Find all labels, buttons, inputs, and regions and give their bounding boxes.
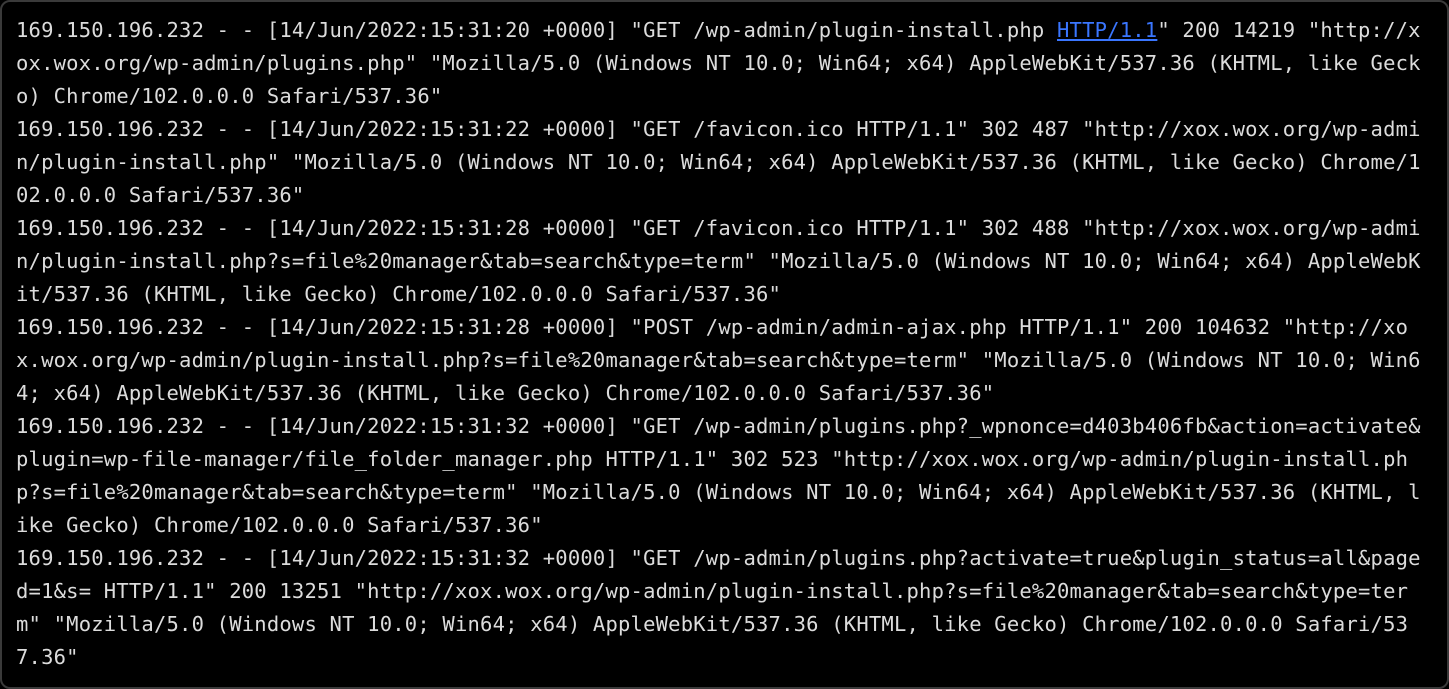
log-text-pre: 169.150.196.232 - - [14/Jun/2022:15:31:3… [16, 546, 1421, 669]
http-protocol-link[interactable]: HTTP/1.1 [1057, 18, 1157, 42]
log-entry: 169.150.196.232 - - [14/Jun/2022:15:31:2… [16, 216, 1421, 306]
log-text-pre: 169.150.196.232 - - [14/Jun/2022:15:31:2… [16, 216, 1421, 306]
log-text-pre: 169.150.196.232 - - [14/Jun/2022:15:31:2… [16, 18, 1057, 42]
log-entry: 169.150.196.232 - - [14/Jun/2022:15:31:2… [16, 117, 1421, 207]
log-text-pre: 169.150.196.232 - - [14/Jun/2022:15:31:3… [16, 414, 1421, 537]
log-entry: 169.150.196.232 - - [14/Jun/2022:15:31:3… [16, 414, 1421, 537]
log-text-pre: 169.150.196.232 - - [14/Jun/2022:15:31:2… [16, 117, 1421, 207]
log-text-pre: 169.150.196.232 - - [14/Jun/2022:15:31:2… [16, 315, 1421, 405]
log-entry: 169.150.196.232 - - [14/Jun/2022:15:31:2… [16, 18, 1421, 108]
log-entry: 169.150.196.232 - - [14/Jun/2022:15:31:3… [16, 546, 1421, 669]
terminal-output[interactable]: 169.150.196.232 - - [14/Jun/2022:15:31:2… [2, 2, 1447, 686]
log-entry: 169.150.196.232 - - [14/Jun/2022:15:31:2… [16, 315, 1421, 405]
